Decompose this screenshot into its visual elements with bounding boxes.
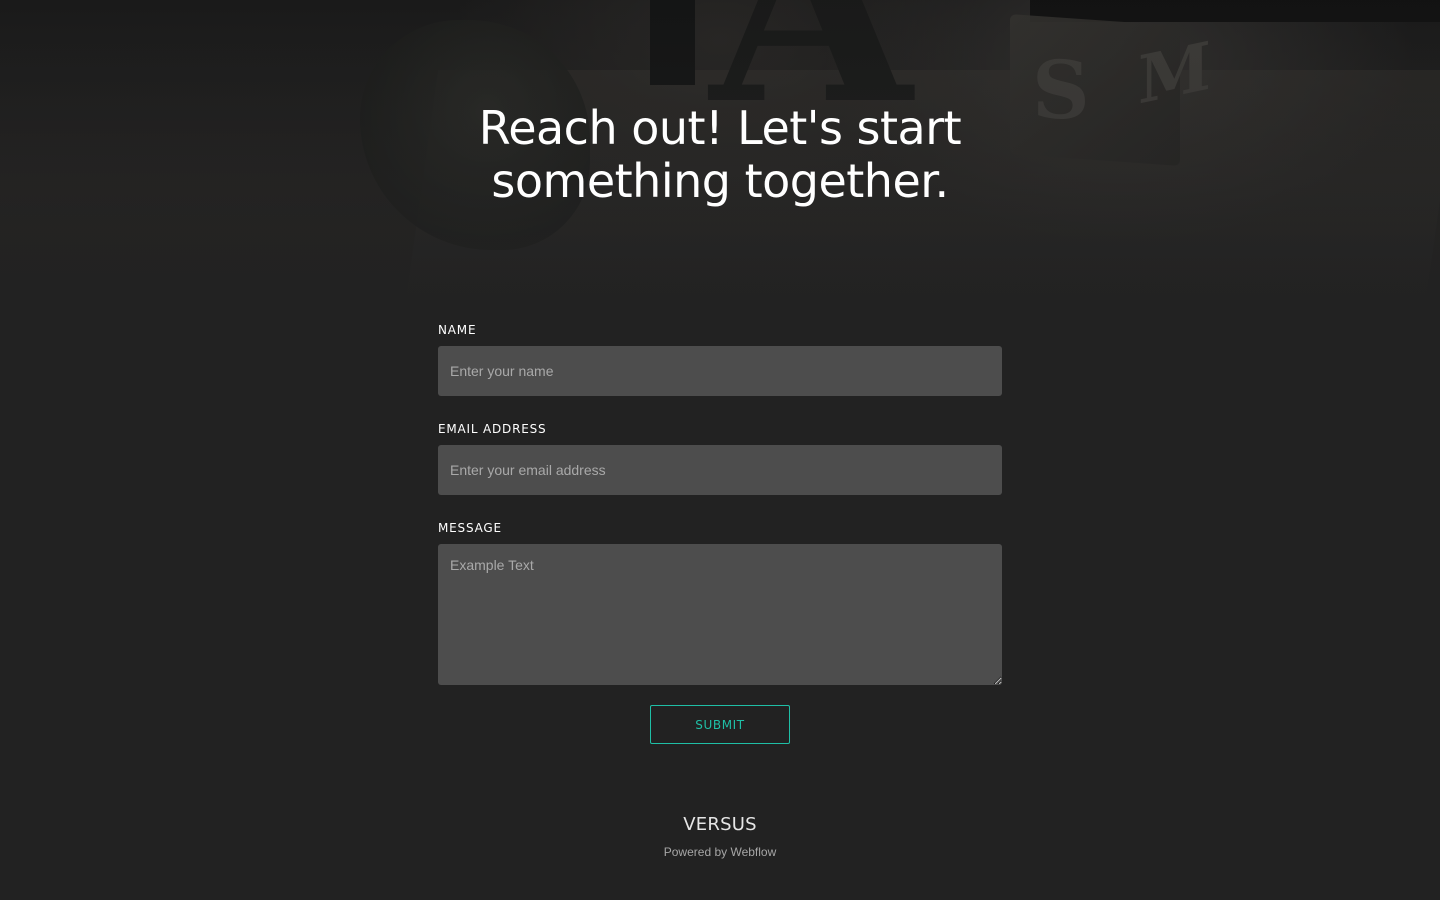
email-field-group: EMAIL ADDRESS [438,419,1002,495]
name-label: NAME [438,323,477,337]
submit-button[interactable]: SUBMIT [650,705,790,744]
message-textarea[interactable] [438,544,1002,685]
submit-container: SUBMIT [438,705,1002,744]
email-input[interactable] [438,445,1002,495]
footer-brand: VERSUS [683,814,757,835]
name-field-group: NAME [438,320,1002,396]
page-headline: Reach out! Let's start something togethe… [478,101,962,208]
message-label: MESSAGE [438,521,502,535]
email-label: EMAIL ADDRESS [438,422,547,436]
contact-page: A S M Reach out! Let's start something t… [0,0,1440,900]
contact-form: NAME EMAIL ADDRESS MESSAGE SUBMIT [438,320,1002,744]
powered-by-link[interactable]: Powered by Webflow [520,844,920,860]
message-field-group: MESSAGE [438,518,1002,685]
name-input[interactable] [438,346,1002,396]
footer: VERSUS Powered by Webflow [520,812,920,860]
